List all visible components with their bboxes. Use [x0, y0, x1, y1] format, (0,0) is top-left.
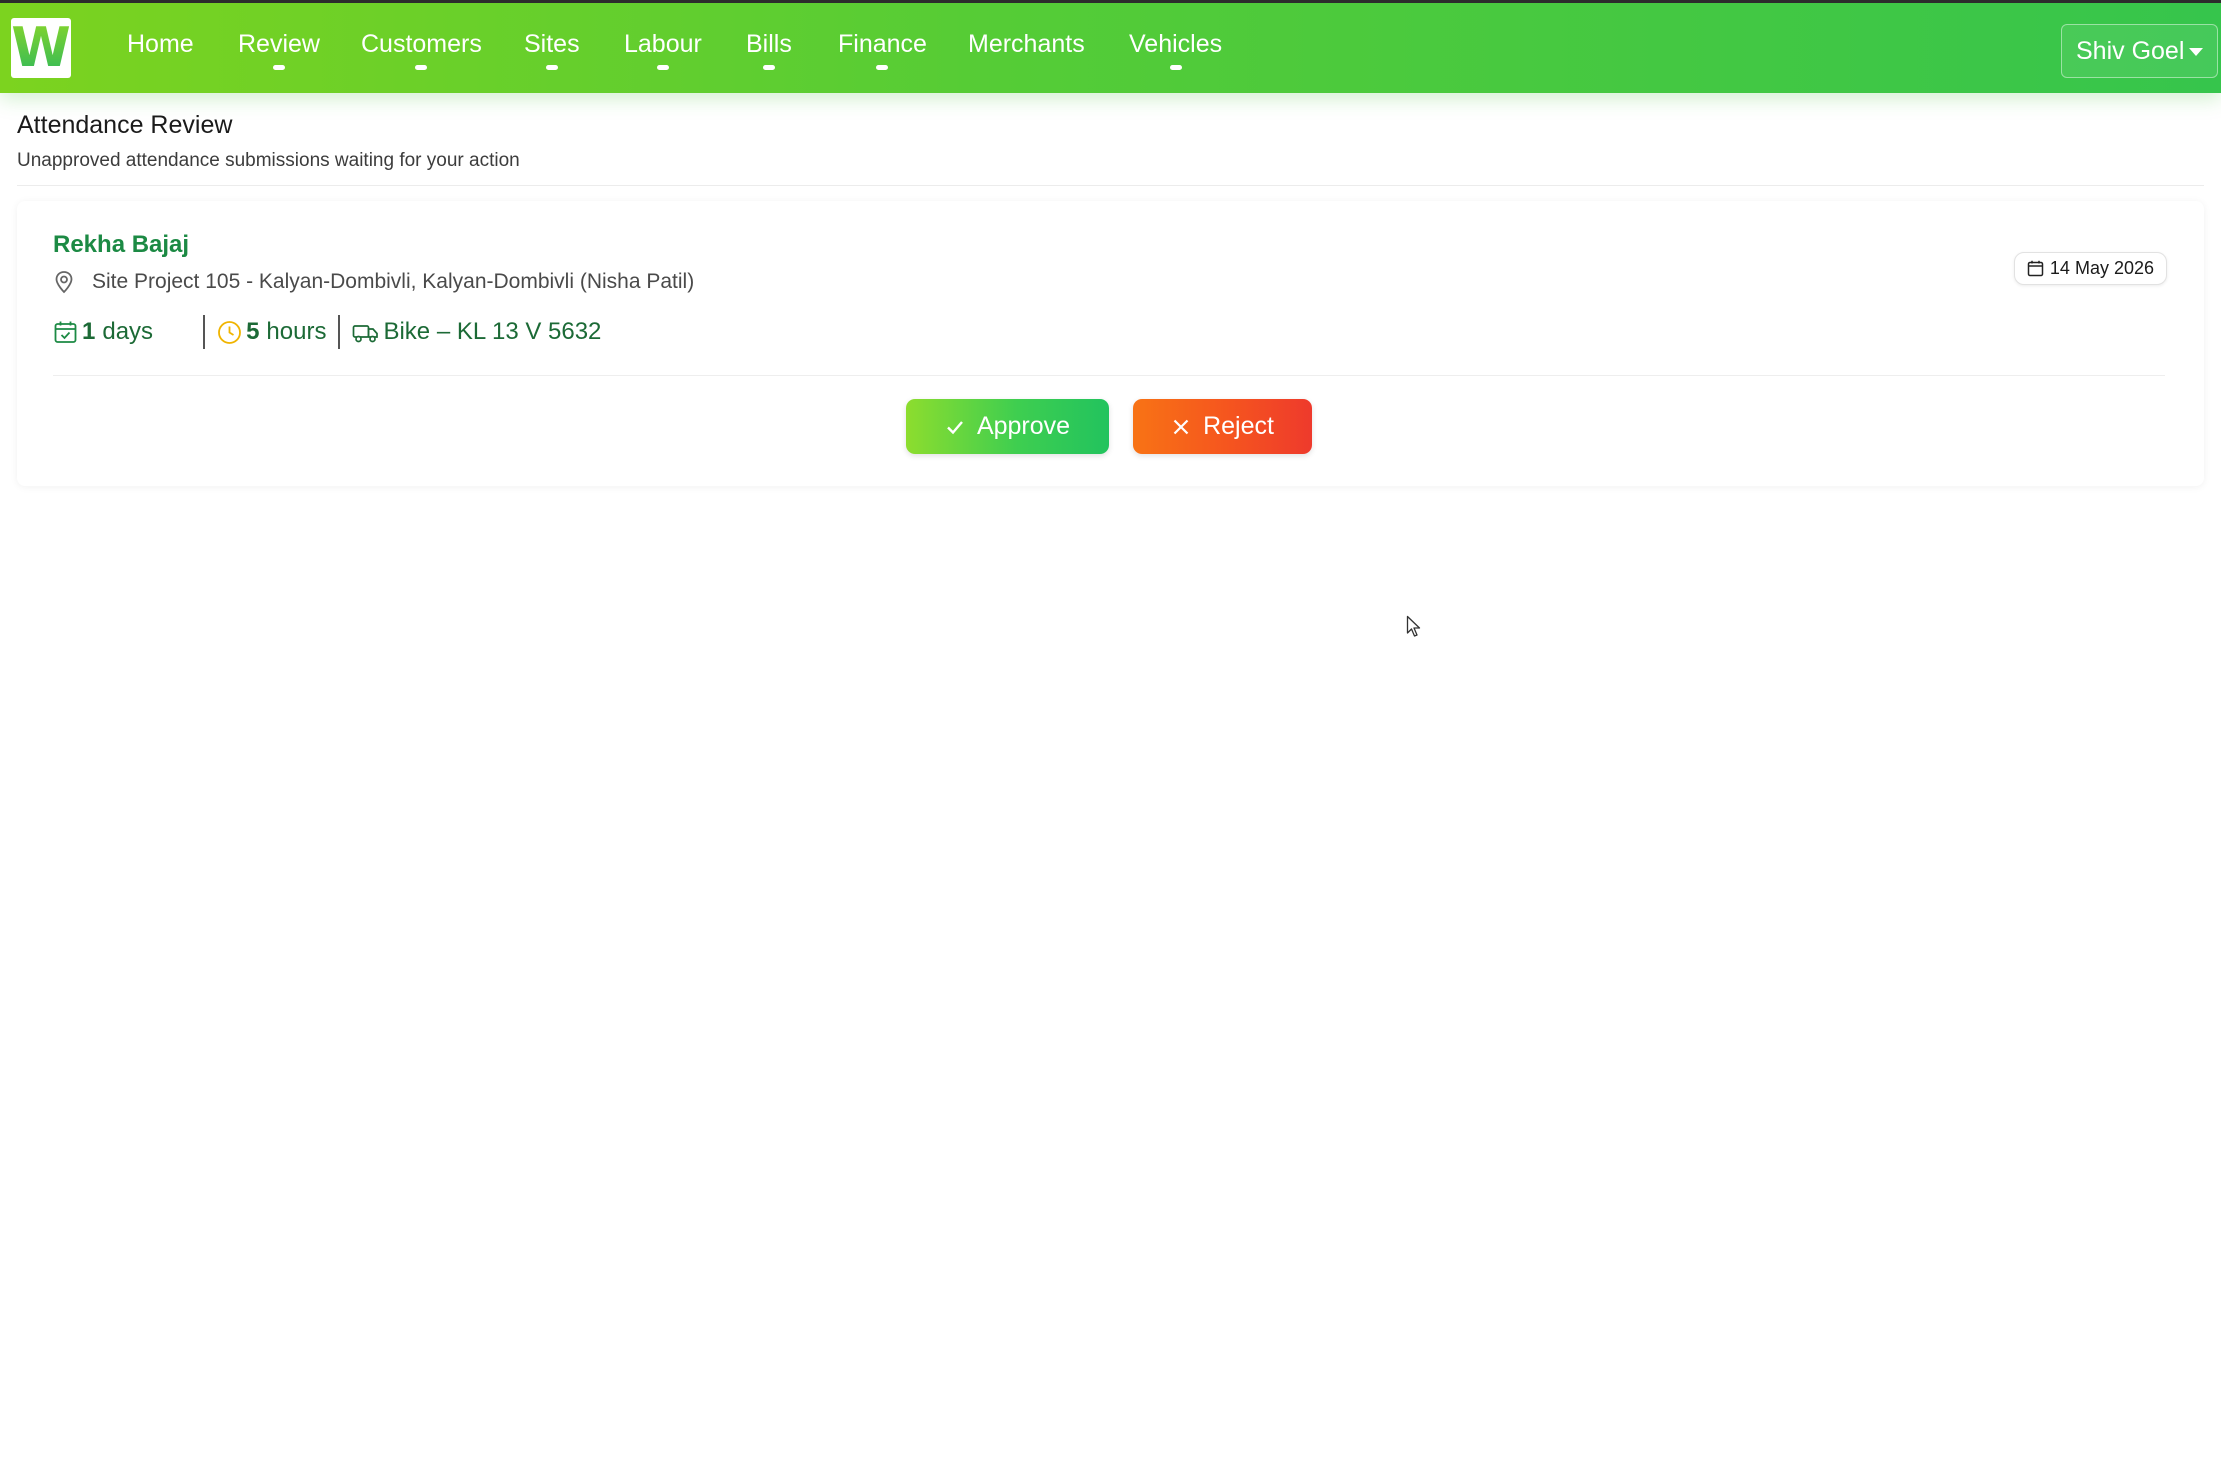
calendar-check-icon: [54, 321, 77, 343]
dropdown-indicator-icon: [656, 65, 669, 70]
attendance-submission-card: Rekha Bajaj Site Project 105 - Kalyan-Do…: [17, 201, 2204, 486]
nav-item-sites[interactable]: Sites: [524, 29, 580, 79]
truck-icon: [353, 324, 379, 342]
calendar-icon: [2027, 260, 2044, 277]
mouse-cursor-icon: [1406, 615, 1421, 637]
hours-unit: hours: [266, 318, 327, 345]
submission-date-badge: 14 May 2026: [2013, 252, 2167, 285]
dropdown-indicator-icon: [415, 65, 428, 70]
dropdown-indicator-icon: [762, 65, 775, 70]
days-value: 1: [82, 318, 96, 345]
stat-separator: [203, 315, 206, 349]
nav-item-home[interactable]: Home: [127, 29, 194, 79]
nav-item-vehicles[interactable]: Vehicles: [1129, 29, 1222, 79]
vehicle-text: Bike – KL 13 V 5632: [383, 318, 602, 345]
nav-item-bills[interactable]: Bills: [746, 29, 792, 79]
dropdown-indicator-icon: [1169, 65, 1182, 70]
nav-item-merchants[interactable]: Merchants: [968, 29, 1085, 79]
nav-item-label: Sites: [524, 30, 580, 58]
submission-date: 14 May 2026: [2049, 258, 2154, 278]
days-unit: days: [102, 318, 154, 345]
brand-logo-letter: W: [11, 16, 71, 79]
approve-button[interactable]: Approve: [906, 399, 1109, 454]
nav-item-label: Review: [238, 30, 320, 58]
worker-name[interactable]: Rekha Bajaj: [53, 231, 189, 259]
days-stat: 1 days: [53, 318, 153, 346]
page-subtitle: Unapproved attendance submissions waitin…: [17, 150, 520, 171]
hours-stat: 5 hours: [217, 318, 326, 346]
user-menu-dropdown[interactable]: Shiv Goel: [2061, 24, 2218, 78]
user-name: Shiv Goel: [2076, 36, 2185, 65]
reject-button[interactable]: Reject: [1133, 399, 1312, 454]
reject-label: Reject: [1203, 412, 1274, 440]
map-pin-icon: [55, 271, 73, 294]
hours-value: 5: [246, 318, 260, 345]
brand-logo[interactable]: W: [11, 18, 71, 78]
check-icon: [947, 420, 963, 434]
approve-label: Approve: [976, 412, 1071, 440]
header-divider: [17, 185, 2204, 186]
page-title: Attendance Review: [17, 111, 233, 139]
nav-item-label: Home: [127, 30, 194, 58]
nav-item-label: Customers: [361, 30, 482, 58]
nav-item-finance[interactable]: Finance: [838, 29, 927, 79]
nav-item-customers[interactable]: Customers: [361, 29, 482, 79]
stat-separator: [338, 315, 341, 349]
caret-down-icon: [2189, 48, 2203, 56]
vehicle-stat: Bike – KL 13 V 5632: [352, 318, 601, 346]
nav-item-label: Merchants: [968, 30, 1085, 58]
dropdown-indicator-icon: [272, 65, 285, 70]
clock-icon: [218, 320, 241, 344]
nav-item-label: Labour: [624, 30, 702, 58]
card-divider: [53, 375, 2165, 376]
x-icon: [1173, 419, 1189, 434]
nav-item-labour[interactable]: Labour: [624, 29, 702, 79]
site-location-text: Site Project 105 - Kalyan-Dombivli, Kaly…: [92, 270, 695, 293]
site-location-row: Site Project 105 - Kalyan-Dombivli, Kaly…: [53, 270, 694, 294]
dropdown-indicator-icon: [876, 65, 889, 70]
nav-item-label: Bills: [746, 30, 792, 58]
nav-item-review[interactable]: Review: [238, 29, 320, 79]
dropdown-indicator-icon: [545, 65, 558, 70]
top-navbar: W Home Review Customers Sites Labour Bil…: [0, 0, 2221, 93]
nav-item-label: Vehicles: [1129, 30, 1223, 58]
nav-item-label: Finance: [838, 30, 927, 58]
attendance-stats-row: 1 days 5 hours Bike – KL 13 V 5632: [53, 314, 601, 350]
